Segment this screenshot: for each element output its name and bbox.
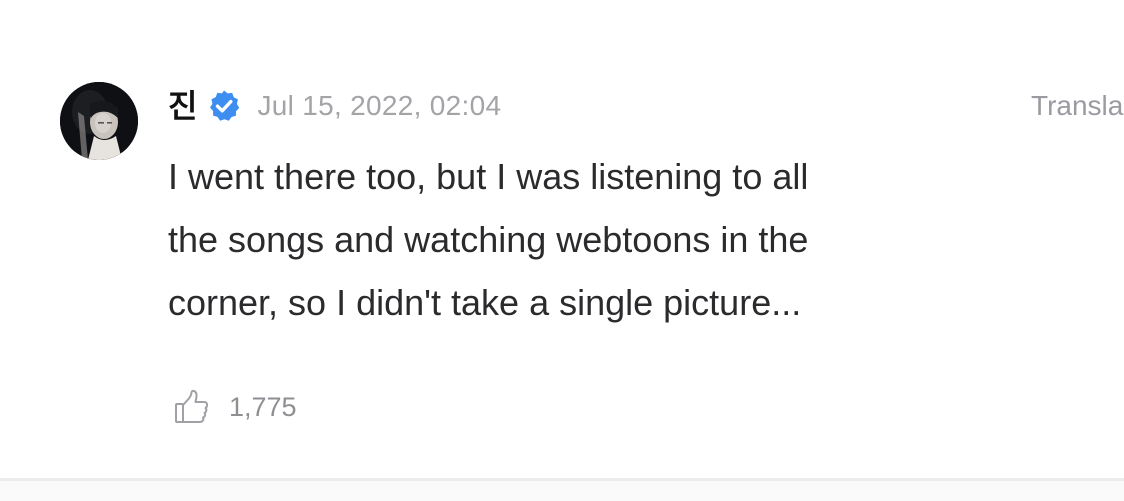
comment-text: I went there too, but I was listening to…: [168, 145, 968, 334]
next-comment-area: [0, 481, 1124, 501]
verified-badge-icon: [207, 89, 241, 123]
comment-card: 진 Jul 15, 2022, 02:04 Transla I went the…: [0, 0, 1124, 478]
author-name[interactable]: 진: [168, 84, 197, 128]
comment-text-line: corner, so I didn't take a single pictur…: [168, 282, 802, 323]
comment-header: 진 Jul 15, 2022, 02:04: [168, 84, 501, 128]
like-button[interactable]: 1,775: [173, 386, 297, 428]
comment-text-line: I went there too, but I was listening to…: [168, 156, 809, 197]
avatar[interactable]: [60, 82, 138, 160]
like-count: 1,775: [229, 392, 297, 422]
translate-button[interactable]: Transla: [1031, 84, 1123, 128]
comment-text-line: the songs and watching webtoons in the: [168, 219, 809, 260]
thumbs-up-icon[interactable]: [173, 388, 211, 426]
comment-timestamp: Jul 15, 2022, 02:04: [257, 90, 502, 121]
